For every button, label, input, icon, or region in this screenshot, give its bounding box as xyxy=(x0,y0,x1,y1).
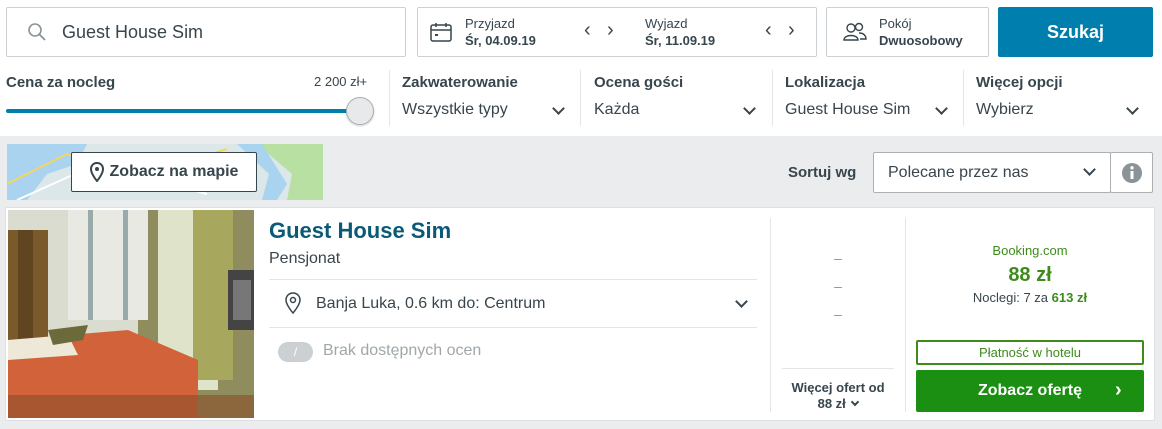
alt-deal-placeholder: – xyxy=(834,250,842,266)
divider xyxy=(782,368,894,369)
hotel-name[interactable]: Guest House Sim xyxy=(269,218,451,244)
guests-icon xyxy=(842,22,868,47)
view-deal-button[interactable]: Zobacz ofertę xyxy=(916,370,1144,412)
search-icon xyxy=(27,22,47,47)
map-pin-icon xyxy=(89,162,104,182)
hotel-type: Pensjonat xyxy=(269,250,341,267)
filter-divider xyxy=(963,70,964,126)
date-picker[interactable]: Przyjazd Śr, 04.09.19 ‹ › Wyjazd Śr, 11.… xyxy=(417,7,817,57)
checkin-label: Przyjazd xyxy=(465,16,515,31)
deal-total: 613 zł xyxy=(1051,290,1088,305)
payment-badge: Płatność w hotelu xyxy=(916,340,1144,365)
filter-label: Zakwaterowanie xyxy=(402,74,518,91)
deal-nights-label: Noclegi: 7 za xyxy=(972,290,1049,305)
checkout-label: Wyjazd xyxy=(645,16,688,31)
room-selector[interactable]: Pokój Dwuosobowy xyxy=(826,7,989,57)
calendar-icon xyxy=(430,22,452,47)
checkin-next-icon[interactable]: › xyxy=(607,19,614,42)
more-offers-label: Więcej ofert od xyxy=(791,380,885,395)
filter-value: Każda xyxy=(594,101,640,118)
search-input[interactable]: Guest House Sim xyxy=(62,22,203,43)
alt-deal-placeholder: – xyxy=(834,278,842,294)
deal-price: 88 zł xyxy=(1008,264,1052,286)
sort-label: Sortuj wg xyxy=(788,164,857,181)
filter-location[interactable]: Lokalizacja Guest House Sim xyxy=(785,74,953,124)
view-deal-label: Zobacz ofertę xyxy=(977,382,1082,399)
room-label: Pokój xyxy=(879,16,912,31)
filter-value: Wszystkie typy xyxy=(402,101,508,118)
rating-badge: / xyxy=(278,342,313,362)
location-text: Banja Luka, 0.6 km do: Centrum xyxy=(316,295,546,312)
location-pin-icon xyxy=(285,292,301,314)
price-slider-track[interactable] xyxy=(6,109,366,113)
show-on-map-button[interactable]: Zobacz na mapie xyxy=(71,152,257,192)
room-value: Dwuosobowy xyxy=(879,33,963,48)
hotel-room-image xyxy=(8,210,254,418)
alt-deal-placeholder: – xyxy=(834,306,842,322)
checkout-next-icon[interactable]: › xyxy=(788,19,795,42)
deal-provider[interactable]: Booking.com xyxy=(916,243,1144,258)
chevron-down-icon xyxy=(1083,163,1096,176)
map-thumbnail[interactable]: Zobacz na mapie xyxy=(7,144,323,200)
chevron-right-icon: › xyxy=(1115,379,1122,401)
info-icon xyxy=(1121,162,1142,183)
checkin-value[interactable]: Śr, 04.09.19 xyxy=(465,33,536,48)
filter-accommodation[interactable]: Zakwaterowanie Wszystkie typy xyxy=(402,74,570,124)
filter-value: Wybierz xyxy=(976,101,1034,118)
filter-label: Lokalizacja xyxy=(785,74,866,91)
sort-info-button[interactable] xyxy=(1110,152,1153,193)
filter-divider xyxy=(772,70,773,126)
filter-guest-rating[interactable]: Ocena gości Każda xyxy=(594,74,762,124)
sort-value: Polecane przez nas xyxy=(888,164,1029,181)
filter-divider xyxy=(389,70,390,126)
hotel-photo[interactable] xyxy=(8,210,254,418)
divider xyxy=(905,218,906,412)
price-filter-max: 2 200 zł+ xyxy=(314,74,368,89)
checkout-value[interactable]: Śr, 11.09.19 xyxy=(645,33,715,48)
location-row[interactable]: Banja Luka, 0.6 km do: Centrum xyxy=(269,280,757,326)
filter-label: Ocena gości xyxy=(594,74,684,91)
price-filter-label: Cena za nocleg xyxy=(6,74,116,91)
deal-nights: Noclegi: 7 za 613 zł xyxy=(916,290,1144,305)
filter-label: Więcej opcji xyxy=(976,74,1063,91)
divider xyxy=(269,327,757,328)
more-offers-button[interactable]: Więcej ofert od 88 zł xyxy=(782,380,894,412)
filter-divider xyxy=(580,70,581,126)
search-button[interactable]: Szukaj xyxy=(998,7,1153,57)
checkout-prev-icon[interactable]: ‹ xyxy=(765,19,772,42)
checkin-prev-icon[interactable]: ‹ xyxy=(584,19,591,42)
rating-text: Brak dostępnych ocen xyxy=(323,342,482,359)
chevron-down-icon xyxy=(735,295,748,308)
filter-more-options[interactable]: Więcej opcji Wybierz xyxy=(976,74,1144,124)
divider xyxy=(770,218,771,412)
price-slider-handle[interactable] xyxy=(346,97,374,125)
filter-value: Guest House Sim xyxy=(785,101,911,118)
chevron-down-icon xyxy=(851,397,860,407)
more-offers-price: 88 zł xyxy=(817,396,846,411)
sort-select[interactable]: Polecane przez nas xyxy=(873,152,1111,193)
show-on-map-label: Zobacz na mapie xyxy=(109,163,239,180)
search-field[interactable]: Guest House Sim xyxy=(6,7,406,57)
